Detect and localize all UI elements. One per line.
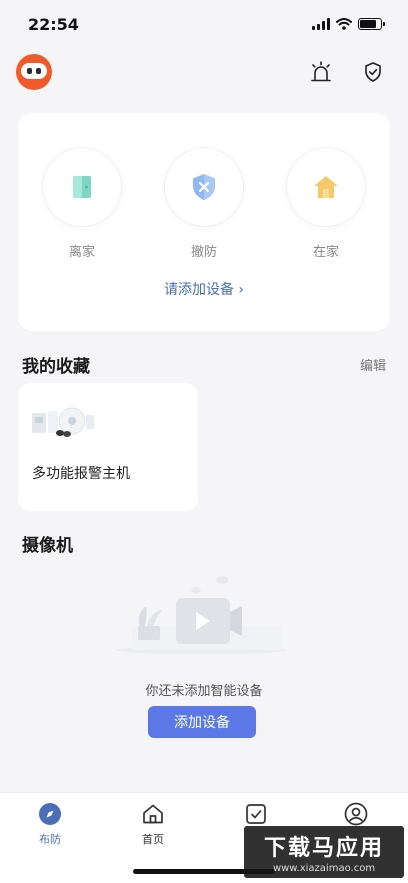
user-icon — [343, 801, 369, 827]
add-device-link[interactable]: 请添加设备 › — [18, 279, 390, 299]
battery-icon — [358, 18, 385, 30]
wifi-icon — [336, 18, 352, 30]
tab-home-label: 首页 — [142, 833, 164, 846]
mode-home-label: 在家 — [312, 245, 339, 260]
mode-disarm-label: 撤防 — [190, 245, 217, 260]
mode-away[interactable]: 离家 — [42, 147, 122, 260]
mode-home-circle[interactable] — [286, 147, 366, 227]
checkbox-icon — [243, 801, 269, 827]
mode-away-label: 离家 — [68, 245, 95, 260]
favorites-title: 我的收藏 — [22, 357, 90, 377]
watermark-title: 下载马应用 — [263, 836, 384, 861]
tab-home[interactable]: 首页 — [123, 801, 183, 847]
favorite-device-label: 多功能报警主机 — [32, 466, 130, 482]
tab-arm-label: 布防 — [39, 833, 61, 846]
edit-button[interactable]: 编辑 — [360, 355, 386, 374]
home-icon — [140, 801, 166, 827]
status-icons — [312, 18, 385, 30]
security-mode-card: 离家 撤防 在家 请添加设备 › — [18, 113, 390, 331]
alarm-host-device-icon — [32, 407, 94, 437]
camera-empty-text: 你还未添加智能设备 — [145, 684, 263, 699]
favorite-device-card[interactable]: 多功能报警主机 — [18, 383, 198, 511]
door-icon — [73, 176, 91, 198]
compass-icon — [37, 801, 63, 827]
mode-home[interactable]: 在家 — [286, 147, 366, 260]
tab-arm[interactable]: 布防 — [20, 801, 80, 847]
watermark-url: www.xiazaimao.com — [272, 863, 376, 874]
avatar[interactable] — [16, 54, 52, 90]
cellular-signal-icon — [312, 18, 330, 30]
alarm-siren-icon[interactable] — [307, 58, 335, 86]
add-device-button[interactable]: 添加设备 — [148, 706, 256, 738]
robot-face-icon — [21, 63, 47, 79]
status-bar: 22:54 — [0, 0, 408, 48]
cameras-title: 摄像机 — [22, 536, 73, 556]
mode-disarm[interactable]: 撤防 — [164, 147, 244, 260]
house-icon — [314, 176, 338, 198]
top-header — [0, 52, 408, 92]
shield-check-icon[interactable] — [359, 58, 387, 86]
mode-away-circle[interactable] — [42, 147, 122, 227]
status-time: 22:54 — [28, 14, 79, 34]
watermark: 下载马应用 www.xiazaimao.com — [244, 826, 404, 878]
mode-disarm-circle[interactable] — [164, 147, 244, 227]
shield-x-icon — [193, 174, 215, 200]
camera-empty-illustration — [116, 576, 288, 654]
